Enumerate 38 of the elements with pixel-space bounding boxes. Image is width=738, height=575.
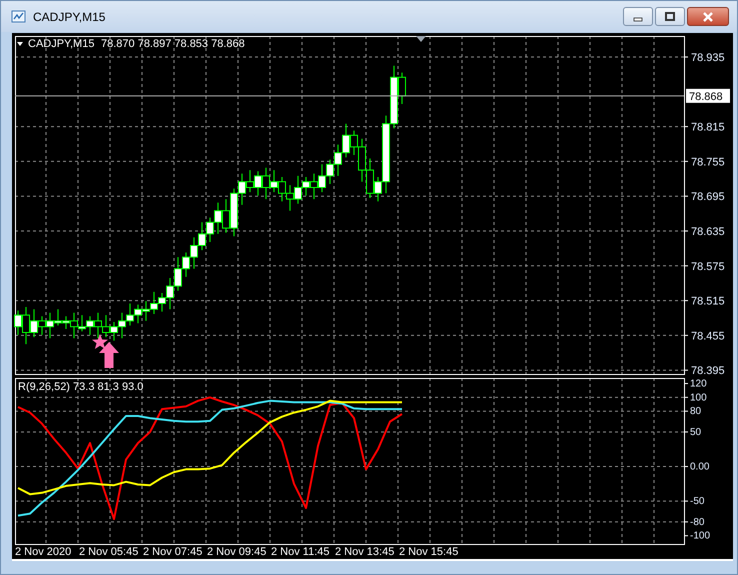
price-label: 78.635 bbox=[691, 226, 725, 238]
y-axis-label: -50 bbox=[690, 496, 704, 508]
price-label: 78.935 bbox=[691, 52, 725, 64]
y-axis-label: 80 bbox=[690, 406, 702, 418]
chart-window-icon bbox=[11, 8, 27, 24]
maximize-icon bbox=[664, 12, 676, 22]
price-label: 78.515 bbox=[691, 296, 725, 308]
price-label: 78.755 bbox=[691, 156, 725, 168]
arrow-up-icon bbox=[99, 342, 119, 368]
price-label: 78.575 bbox=[691, 260, 725, 273]
ohlc-values: 78.870 78.897 78.853 78.868 bbox=[101, 38, 245, 50]
star-icon bbox=[92, 334, 108, 349]
maximize-button[interactable] bbox=[655, 7, 685, 26]
price-label: 78.395 bbox=[691, 365, 725, 376]
current-price-label: 78.868 bbox=[686, 88, 730, 103]
time-label: 2 Nov 09:45 bbox=[207, 546, 268, 560]
y-axis-label: 100 bbox=[690, 392, 707, 404]
y-axis-label: 0.00 bbox=[690, 462, 710, 473]
window-title: CADJPY,M15 bbox=[33, 10, 106, 24]
close-button[interactable] bbox=[687, 7, 729, 26]
y-axis-label: -80 bbox=[690, 516, 704, 528]
close-icon bbox=[702, 12, 714, 22]
y-axis-label: 50 bbox=[690, 426, 702, 438]
price-label: 78.815 bbox=[691, 122, 725, 134]
price-label: 78.695 bbox=[691, 191, 725, 204]
y-axis-label: 120 bbox=[690, 378, 707, 390]
indicator-label: R(9,26,52) 73.3 81.3 93.0 bbox=[18, 381, 144, 393]
y-axis-label: -100 bbox=[690, 530, 710, 542]
time-label: 2 Nov 05:45 bbox=[79, 546, 140, 560]
price-label: 78.455 bbox=[691, 330, 725, 342]
minimize-button[interactable] bbox=[623, 7, 653, 26]
symbol-label: CADJPY,M15 bbox=[28, 38, 94, 50]
time-label: 2 Nov 2020 bbox=[15, 546, 72, 560]
time-label: 2 Nov 15:45 bbox=[399, 546, 460, 560]
time-label: 2 Nov 11:45 bbox=[271, 546, 331, 560]
shift-marker-icon[interactable] bbox=[416, 36, 426, 42]
time-label: 2 Nov 07:45 bbox=[143, 546, 204, 560]
time-label: 2 Nov 13:45 bbox=[335, 546, 396, 560]
